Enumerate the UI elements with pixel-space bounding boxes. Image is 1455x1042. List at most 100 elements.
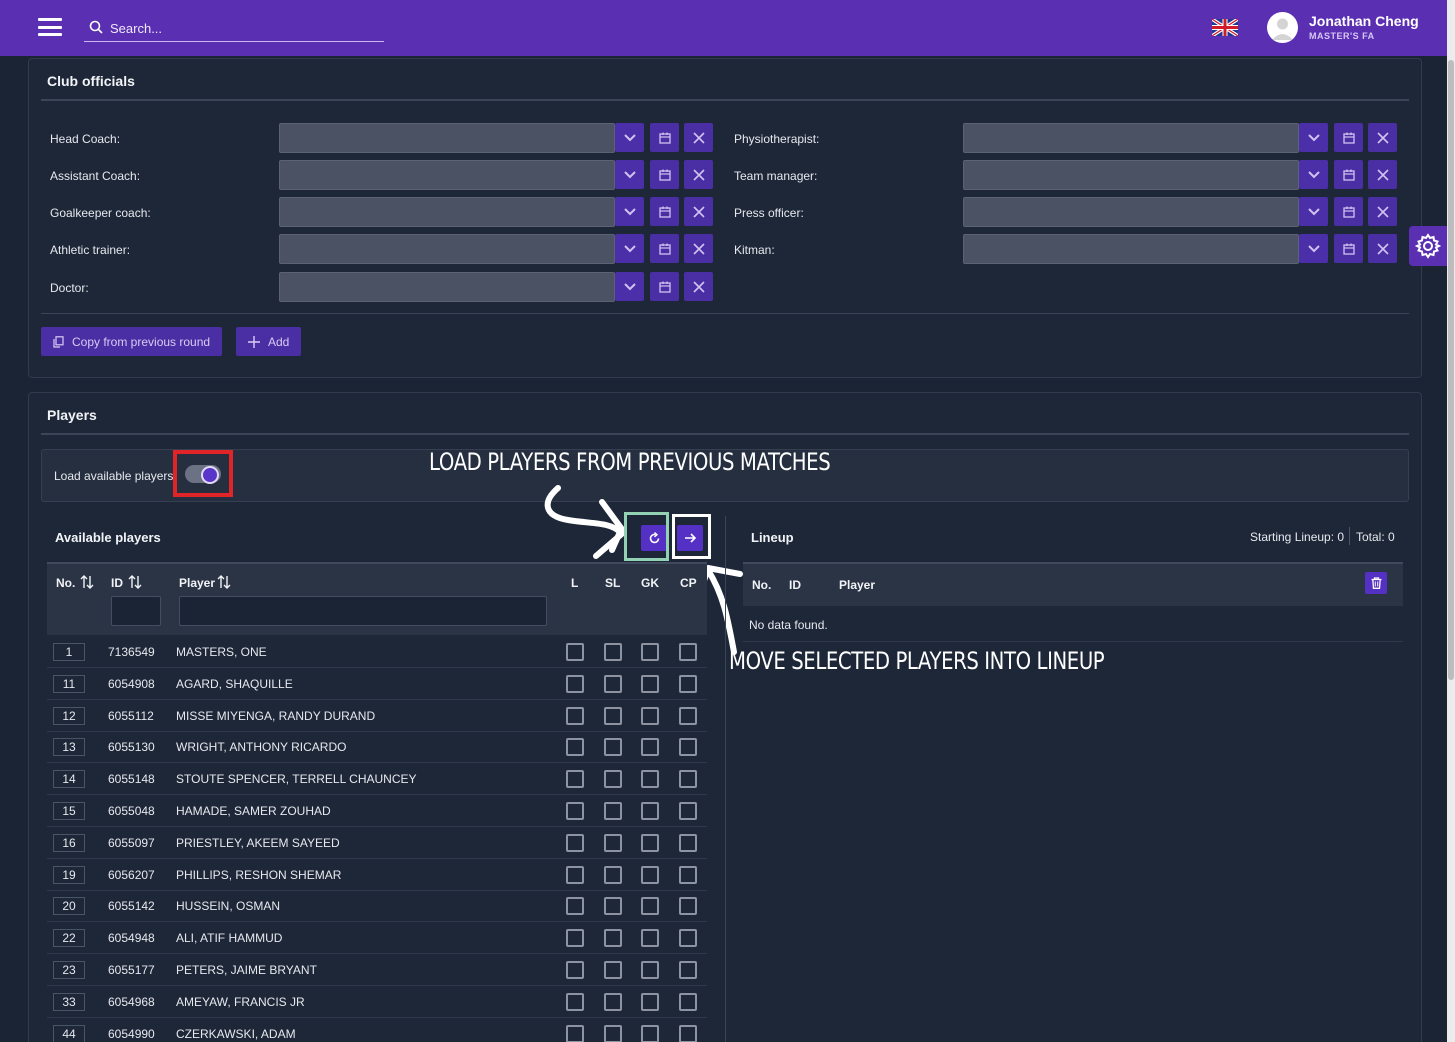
sort-icon[interactable]	[217, 575, 231, 589]
gk-checkbox[interactable]	[641, 992, 659, 1011]
sl-checkbox[interactable]	[604, 1024, 622, 1042]
athletic-trainer-select[interactable]	[279, 234, 615, 264]
avatar[interactable]	[1267, 12, 1298, 43]
gk-checkbox[interactable]	[641, 802, 659, 820]
gk-checkbox[interactable]	[641, 897, 659, 916]
cp-checkbox[interactable]	[679, 770, 697, 789]
athletic-trainer-clear-button[interactable]	[684, 234, 713, 263]
kitman-dropdown-button[interactable]	[1299, 234, 1328, 263]
assistant-coach-dropdown-button[interactable]	[615, 160, 644, 189]
physiotherapist-calendar-button[interactable]	[1334, 123, 1363, 152]
goalkeeper-coach-calendar-button[interactable]	[650, 197, 679, 226]
cp-checkbox[interactable]	[679, 865, 697, 884]
search-input[interactable]	[110, 17, 380, 39]
sl-checkbox[interactable]	[604, 865, 622, 884]
gk-checkbox[interactable]	[641, 961, 659, 979]
table-row[interactable]: 16 6055097 PRIESTLEY, AKEEM SAYEED	[47, 827, 707, 859]
assistant-coach-select[interactable]	[279, 160, 615, 190]
doctor-clear-button[interactable]	[684, 272, 713, 301]
sl-checkbox[interactable]	[604, 929, 622, 948]
table-row[interactable]: 19 6056207 PHILLIPS, RESHON SHEMAR	[47, 859, 707, 891]
cp-checkbox[interactable]	[679, 833, 697, 852]
goalkeeper-coach-clear-button[interactable]	[684, 197, 713, 226]
sl-checkbox[interactable]	[604, 961, 622, 979]
physiotherapist-dropdown-button[interactable]	[1299, 123, 1328, 152]
l-checkbox[interactable]	[566, 897, 584, 916]
l-checkbox[interactable]	[566, 961, 584, 979]
sl-checkbox[interactable]	[604, 897, 622, 916]
kitman-clear-button[interactable]	[1368, 234, 1397, 263]
l-checkbox[interactable]	[566, 1024, 584, 1042]
sl-checkbox[interactable]	[604, 738, 622, 757]
l-checkbox[interactable]	[566, 992, 584, 1011]
l-checkbox[interactable]	[566, 833, 584, 852]
assistant-coach-calendar-button[interactable]	[650, 160, 679, 189]
doctor-select[interactable]	[279, 272, 615, 302]
l-checkbox[interactable]	[566, 738, 584, 757]
cp-checkbox[interactable]	[679, 961, 697, 979]
sl-checkbox[interactable]	[604, 706, 622, 725]
table-row[interactable]: 22 6054948 ALI, ATIF HAMMUD	[47, 922, 707, 955]
l-checkbox[interactable]	[566, 674, 584, 693]
gk-checkbox[interactable]	[641, 865, 659, 884]
sort-icon[interactable]	[128, 575, 142, 589]
physiotherapist-clear-button[interactable]	[1368, 123, 1397, 152]
col-header-id[interactable]: ID	[111, 576, 123, 590]
gk-checkbox[interactable]	[641, 833, 659, 852]
team-manager-clear-button[interactable]	[1368, 160, 1397, 189]
l-checkbox[interactable]	[566, 929, 584, 948]
sl-checkbox[interactable]	[604, 833, 622, 852]
cp-checkbox[interactable]	[679, 706, 697, 725]
table-row[interactable]: 44 6054990 CZERKAWSKI, ADAM	[47, 1018, 707, 1042]
cp-checkbox[interactable]	[679, 674, 697, 693]
gk-checkbox[interactable]	[641, 738, 659, 757]
cp-checkbox[interactable]	[679, 738, 697, 757]
cp-checkbox[interactable]	[679, 992, 697, 1011]
sl-checkbox[interactable]	[604, 643, 622, 661]
head-coach-select[interactable]	[279, 123, 615, 153]
head-coach-dropdown-button[interactable]	[615, 123, 644, 152]
copy-from-previous-round-button[interactable]: Copy from previous round	[41, 327, 223, 356]
cp-checkbox[interactable]	[679, 929, 697, 948]
uk-flag-icon[interactable]	[1212, 19, 1238, 36]
sl-checkbox[interactable]	[604, 770, 622, 789]
press-officer-dropdown-button[interactable]	[1299, 197, 1328, 226]
press-officer-clear-button[interactable]	[1368, 197, 1397, 226]
athletic-trainer-dropdown-button[interactable]	[615, 234, 644, 263]
table-row[interactable]: 11 6054908 AGARD, SHAQUILLE	[47, 668, 707, 700]
sl-checkbox[interactable]	[604, 674, 622, 693]
table-row[interactable]: 14 6055148 STOUTE SPENCER, TERRELL CHAUNCE…	[47, 763, 707, 796]
cp-checkbox[interactable]	[679, 1024, 697, 1042]
table-row[interactable]: 20 6055142 HUSSEIN, OSMAN	[47, 890, 707, 923]
gk-checkbox[interactable]	[641, 770, 659, 789]
goalkeeper-coach-select[interactable]	[279, 197, 615, 227]
cp-checkbox[interactable]	[679, 802, 697, 820]
athletic-trainer-calendar-button[interactable]	[650, 234, 679, 263]
player-filter-input[interactable]	[179, 596, 547, 626]
gk-checkbox[interactable]	[641, 1024, 659, 1042]
user-name[interactable]: Jonathan Cheng	[1309, 13, 1419, 29]
table-row[interactable]: 12 6055112 MISSE MIYENGA, RANDY DURAND	[47, 700, 707, 732]
table-row[interactable]: 23 6055177 PETERS, JAIME BRYANT	[47, 954, 707, 986]
press-officer-select[interactable]	[963, 197, 1299, 227]
l-checkbox[interactable]	[566, 643, 584, 661]
l-checkbox[interactable]	[566, 865, 584, 884]
col-header-no[interactable]: No.	[56, 576, 75, 590]
sl-checkbox[interactable]	[604, 992, 622, 1011]
gk-checkbox[interactable]	[641, 674, 659, 693]
head-coach-clear-button[interactable]	[684, 123, 713, 152]
clear-lineup-button[interactable]	[1365, 572, 1387, 594]
cp-checkbox[interactable]	[679, 643, 697, 661]
kitman-calendar-button[interactable]	[1334, 234, 1363, 263]
doctor-calendar-button[interactable]	[650, 272, 679, 301]
physiotherapist-select[interactable]	[963, 123, 1299, 153]
gk-checkbox[interactable]	[641, 643, 659, 661]
table-row[interactable]: 1 7136549 MASTERS, ONE	[47, 636, 707, 668]
team-manager-calendar-button[interactable]	[1334, 160, 1363, 189]
press-officer-calendar-button[interactable]	[1334, 197, 1363, 226]
l-checkbox[interactable]	[566, 770, 584, 789]
assistant-coach-clear-button[interactable]	[684, 160, 713, 189]
scrollbar-thumb[interactable]	[1448, 60, 1454, 680]
head-coach-calendar-button[interactable]	[650, 123, 679, 152]
gk-checkbox[interactable]	[641, 706, 659, 725]
